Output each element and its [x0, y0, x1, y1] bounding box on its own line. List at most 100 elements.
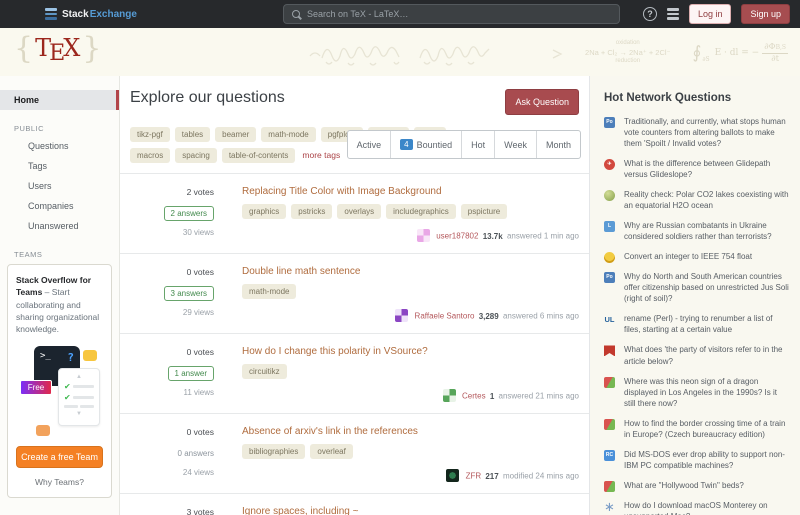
avatar[interactable] — [417, 229, 430, 242]
hot-question-text: Convert an integer to IEEE 754 float — [624, 252, 752, 261]
tex-site-logo[interactable]: {TEX} — [14, 31, 101, 66]
bounty-count-badge: 4 — [400, 139, 412, 150]
sidebar-nav-item[interactable]: Companies — [0, 196, 119, 216]
tag-chip[interactable]: spacing — [175, 148, 217, 163]
username-link[interactable]: user187802 — [436, 232, 478, 241]
view-count: 11 views — [130, 388, 214, 397]
username-link[interactable]: Certes — [462, 392, 486, 401]
sidebar-item-home[interactable]: Home — [0, 90, 119, 110]
question-title-link[interactable]: Absence of arxiv's link in the reference… — [242, 426, 579, 437]
hot-question-link[interactable]: Reality check: Polar CO2 lakes coexistin… — [604, 189, 790, 211]
question-row: 0 votes 0 answers 24 views Absence of ar… — [120, 413, 589, 493]
search-icon — [292, 10, 300, 18]
login-button[interactable]: Log in — [689, 4, 732, 24]
sidebar-nav-item[interactable]: Unanswered — [0, 216, 119, 236]
teams-illustration: >_? ▲ ✔ ✔ ▼ Free — [18, 342, 101, 438]
hot-question-link[interactable]: ∗ How do I download macOS Monterey on un… — [604, 500, 790, 515]
filter-tab-label: Week — [504, 140, 527, 150]
username-link[interactable]: ZFR — [466, 472, 482, 481]
tag-chip[interactable]: overleaf — [310, 444, 352, 459]
create-team-button[interactable]: Create a free Team — [16, 446, 103, 468]
sidebar-nav-item[interactable]: Users — [0, 176, 119, 196]
tag-chip[interactable]: pspicture — [461, 204, 507, 219]
hot-question-link[interactable]: What does 'the party of visitors refer t… — [604, 344, 790, 366]
tag-chip[interactable]: pstricks — [291, 204, 332, 219]
tag-chip[interactable]: overlays — [337, 204, 381, 219]
left-sidebar: Home PUBLIC Questions Tags Users Compani… — [0, 76, 120, 515]
filter-tab[interactable]: Month — [536, 131, 580, 158]
vote-count: 0 votes — [130, 267, 214, 277]
hot-question-link[interactable]: What are "Hollywood Twin" beds? — [604, 480, 790, 491]
tag-chip[interactable]: tikz-pgf — [130, 127, 170, 142]
hot-question-link[interactable]: ✈ What is the difference between Glidepa… — [604, 158, 790, 180]
hot-question-link[interactable]: Po Traditionally, and currently, what st… — [604, 116, 790, 149]
tag-chip[interactable]: includegraphics — [386, 204, 456, 219]
hot-question-link[interactable]: RC Did MS-DOS ever drop ability to suppo… — [604, 449, 790, 471]
signup-button[interactable]: Sign up — [741, 4, 790, 24]
filter-tab[interactable]: 4 Bountied — [390, 131, 461, 158]
tag-chip[interactable]: circuitikz — [242, 364, 287, 379]
filter-tab[interactable]: Active — [348, 131, 391, 158]
tag-chip[interactable]: bibliographies — [242, 444, 305, 459]
sidebar-nav-item[interactable]: Tags — [0, 156, 119, 176]
search-box[interactable] — [283, 4, 620, 24]
question-title-link[interactable]: Replacing Title Color with Image Backgro… — [242, 186, 579, 197]
answer-count-badge: 0 answers — [178, 447, 214, 460]
question-tags: graphics pstricks overlays includegraphics p… — [242, 204, 579, 219]
filter-tab[interactable]: Hot — [461, 131, 494, 158]
question-row: 0 votes 3 answers 29 views Double line m… — [120, 253, 589, 333]
site-switcher-icon[interactable] — [667, 8, 679, 20]
tag-chip[interactable]: macros — [130, 148, 170, 163]
question-title-link[interactable]: Double line math sentence — [242, 266, 579, 277]
tag-chip[interactable]: beamer — [215, 127, 256, 142]
why-teams-link[interactable]: Why Teams? — [16, 477, 103, 487]
sidebar-item-label: Questions — [28, 141, 69, 151]
top-bar: Stack Exchange ? Log in Sign up — [0, 0, 800, 28]
tag-chip[interactable]: table-of-contents — [222, 148, 296, 163]
help-icon[interactable]: ? — [643, 7, 657, 21]
tag-chip[interactable]: graphics — [242, 204, 286, 219]
avatar[interactable] — [446, 469, 459, 482]
logo-text-exchange: Exchange — [90, 9, 137, 20]
more-tags-link[interactable]: more tags — [300, 147, 342, 163]
search-input[interactable] — [307, 9, 611, 19]
logo-brace-left: { — [14, 31, 33, 66]
filter-tab-label: Month — [546, 140, 571, 150]
header-math-decoration: oxidation 2Na + Cl₂ → 2Na⁺ + 2Cl⁻ reduct… — [308, 36, 788, 70]
view-count: 30 views — [130, 228, 214, 237]
hot-network-questions: Hot Network Questions Po Traditionally, … — [590, 76, 800, 515]
stackexchange-logo[interactable]: Stack Exchange — [45, 8, 137, 20]
unix-linux-icon: UL — [604, 314, 615, 325]
question-title-link[interactable]: How do I change this polarity in VSource… — [242, 346, 579, 357]
tag-chip[interactable]: tables — [175, 127, 210, 142]
hot-question-link[interactable]: Po Why do North and South American count… — [604, 271, 790, 304]
avatar[interactable] — [395, 309, 408, 322]
hot-question-link[interactable]: UL rename (Perl) - trying to renumber a … — [604, 313, 790, 335]
filter-tab[interactable]: Week — [494, 131, 536, 158]
ask-question-button[interactable]: Ask Question — [505, 89, 579, 115]
hot-question-text: Reality check: Polar CO2 lakes coexistin… — [624, 190, 789, 210]
ask-different-icon: ∗ — [604, 501, 615, 512]
question-tags: bibliographies overleaf — [242, 444, 579, 459]
tag-chip[interactable]: math-mode — [242, 284, 296, 299]
code-golf-icon — [604, 252, 615, 263]
filter-tab-label: Hot — [471, 140, 485, 150]
hot-question-link[interactable]: How to find the border crossing time of … — [604, 418, 790, 440]
sidebar-item-label: Unanswered — [28, 221, 79, 231]
tag-chip[interactable]: math-mode — [261, 127, 315, 142]
hot-question-link[interactable]: Where was this neon sign of a dragon dis… — [604, 376, 790, 409]
hot-question-text: Did MS-DOS ever drop ability to support … — [624, 450, 785, 470]
avatar[interactable] — [443, 389, 456, 402]
question-stats: 0 votes 1 answer 11 views — [130, 345, 214, 402]
username-link[interactable]: Raffaele Santoro — [415, 312, 475, 321]
sidebar-nav-list: Questions Tags Users Companies Unanswere… — [0, 136, 119, 236]
worldbuilding-icon — [604, 190, 615, 201]
hot-questions-list: Po Traditionally, and currently, what st… — [604, 116, 790, 515]
aviation-icon: ✈ — [604, 159, 615, 170]
hot-question-link[interactable]: Convert an integer to IEEE 754 float — [604, 251, 790, 262]
question-title-link[interactable]: Ignore spaces, including ~ — [242, 506, 579, 515]
sidebar-nav-item[interactable]: Questions — [0, 136, 119, 156]
hot-question-link[interactable]: L Why are Russian combatants in Ukraine … — [604, 220, 790, 242]
logo-text-stack: Stack — [62, 9, 89, 20]
question-row: 2 votes 2 answers 30 views Replacing Tit… — [120, 173, 589, 253]
